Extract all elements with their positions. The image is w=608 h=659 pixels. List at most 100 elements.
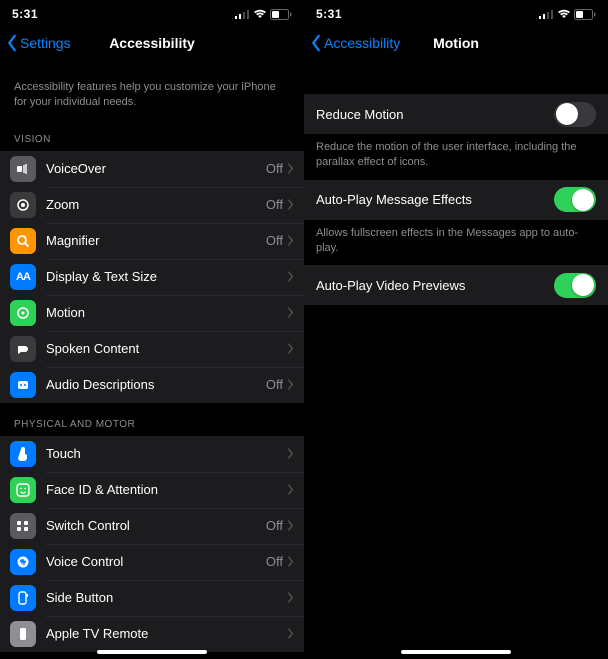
- row-label: Magnifier: [46, 233, 266, 248]
- text-size-icon: AA: [10, 264, 36, 290]
- zoom-icon: [10, 192, 36, 218]
- row-label: Face ID & Attention: [46, 482, 287, 497]
- spoken-content-icon: [10, 336, 36, 362]
- row-label: Switch Control: [46, 518, 266, 533]
- chevron-right-icon: [287, 199, 294, 210]
- row-switch-control[interactable]: Switch Control Off: [0, 508, 304, 544]
- row-label: Auto-Play Video Previews: [316, 278, 554, 293]
- chevron-right-icon: [287, 343, 294, 354]
- row-audio-descriptions[interactable]: Audio Descriptions Off: [0, 367, 304, 403]
- page-title: Motion: [433, 35, 479, 51]
- switch-control-icon: [10, 513, 36, 539]
- touch-icon: [10, 441, 36, 467]
- home-indicator[interactable]: [97, 650, 207, 654]
- row-label: VoiceOver: [46, 161, 266, 176]
- row-faceid[interactable]: Face ID & Attention: [0, 472, 304, 508]
- row-label: Spoken Content: [46, 341, 287, 356]
- row-voice-control[interactable]: Voice Control Off: [0, 544, 304, 580]
- row-value: Off: [266, 554, 283, 569]
- row-label: Auto-Play Message Effects: [316, 192, 554, 207]
- magnifier-icon: [10, 228, 36, 254]
- chevron-right-icon: [287, 520, 294, 531]
- content-scroll[interactable]: Reduce Motion Reduce the motion of the u…: [304, 62, 608, 659]
- status-time: 5:31: [12, 7, 38, 21]
- nav-bar: Accessibility Motion: [304, 24, 608, 62]
- section-header-motor: PHYSICAL AND MOTOR: [0, 403, 304, 436]
- chevron-right-icon: [287, 556, 294, 567]
- chevron-right-icon: [287, 628, 294, 639]
- row-label: Motion: [46, 305, 287, 320]
- page-title: Accessibility: [109, 35, 195, 51]
- chevron-right-icon: [287, 484, 294, 495]
- row-label: Voice Control: [46, 554, 266, 569]
- chevron-right-icon: [287, 379, 294, 390]
- toggle-autoplay-msgfx[interactable]: [554, 187, 596, 212]
- chevron-right-icon: [287, 307, 294, 318]
- row-value: Off: [266, 197, 283, 212]
- chevron-right-icon: [287, 271, 294, 282]
- toggle-autoplay-video[interactable]: [554, 273, 596, 298]
- chevron-right-icon: [287, 592, 294, 603]
- cellular-icon: [539, 9, 554, 19]
- back-button[interactable]: Settings: [6, 34, 71, 52]
- chevron-right-icon: [287, 163, 294, 174]
- row-magnifier[interactable]: Magnifier Off: [0, 223, 304, 259]
- voice-control-icon: [10, 549, 36, 575]
- wifi-icon: [557, 9, 571, 19]
- row-label: Touch: [46, 446, 287, 461]
- row-touch[interactable]: Touch: [0, 436, 304, 472]
- home-indicator[interactable]: [401, 650, 511, 654]
- row-voiceover[interactable]: VoiceOver Off: [0, 151, 304, 187]
- footer-autoplay-msgfx: Allows fullscreen effects in the Message…: [304, 220, 608, 266]
- battery-icon: [574, 9, 596, 20]
- nav-bar: Settings Accessibility: [0, 24, 304, 62]
- apple-tv-remote-icon: [10, 621, 36, 647]
- row-value: Off: [266, 161, 283, 176]
- row-label: Apple TV Remote: [46, 626, 287, 641]
- intro-text: Accessibility features help you customiz…: [0, 62, 304, 118]
- back-label: Settings: [20, 35, 71, 51]
- row-value: Off: [266, 233, 283, 248]
- chevron-left-icon: [6, 34, 18, 52]
- list-motor: Touch Face ID & Attention Switch Control…: [0, 436, 304, 652]
- row-motion[interactable]: Motion: [0, 295, 304, 331]
- row-spoken-content[interactable]: Spoken Content: [0, 331, 304, 367]
- side-button-icon: [10, 585, 36, 611]
- battery-icon: [270, 9, 292, 20]
- cellular-icon: [235, 9, 250, 19]
- phone-accessibility: 5:31 Settings Accessibility Accessibilit…: [0, 0, 304, 659]
- wifi-icon: [253, 9, 267, 19]
- voiceover-icon: [10, 156, 36, 182]
- list-vision: VoiceOver Off Zoom Off Magnifier Off AA …: [0, 151, 304, 403]
- phone-motion: 5:31 Accessibility Motion Reduce Motion …: [304, 0, 608, 659]
- back-label: Accessibility: [324, 35, 400, 51]
- chevron-right-icon: [287, 235, 294, 246]
- toggle-reduce-motion[interactable]: [554, 102, 596, 127]
- row-label: Side Button: [46, 590, 287, 605]
- footer-reduce-motion: Reduce the motion of the user interface,…: [304, 134, 608, 180]
- row-label: Zoom: [46, 197, 266, 212]
- status-indicators: [235, 9, 292, 20]
- row-label: Display & Text Size: [46, 269, 287, 284]
- status-time: 5:31: [316, 7, 342, 21]
- content-scroll[interactable]: Accessibility features help you customiz…: [0, 62, 304, 659]
- back-button[interactable]: Accessibility: [310, 34, 400, 52]
- row-autoplay-msgfx[interactable]: Auto-Play Message Effects: [304, 180, 608, 220]
- row-zoom[interactable]: Zoom Off: [0, 187, 304, 223]
- row-label: Audio Descriptions: [46, 377, 266, 392]
- row-display-text[interactable]: AA Display & Text Size: [0, 259, 304, 295]
- status-indicators: [539, 9, 596, 20]
- motion-icon: [10, 300, 36, 326]
- status-bar: 5:31: [0, 4, 304, 24]
- row-reduce-motion[interactable]: Reduce Motion: [304, 94, 608, 134]
- audio-desc-icon: [10, 372, 36, 398]
- row-apple-tv-remote[interactable]: Apple TV Remote: [0, 616, 304, 652]
- row-side-button[interactable]: Side Button: [0, 580, 304, 616]
- faceid-icon: [10, 477, 36, 503]
- row-value: Off: [266, 377, 283, 392]
- row-label: Reduce Motion: [316, 107, 554, 122]
- row-autoplay-video[interactable]: Auto-Play Video Previews: [304, 265, 608, 305]
- row-value: Off: [266, 518, 283, 533]
- chevron-left-icon: [310, 34, 322, 52]
- chevron-right-icon: [287, 448, 294, 459]
